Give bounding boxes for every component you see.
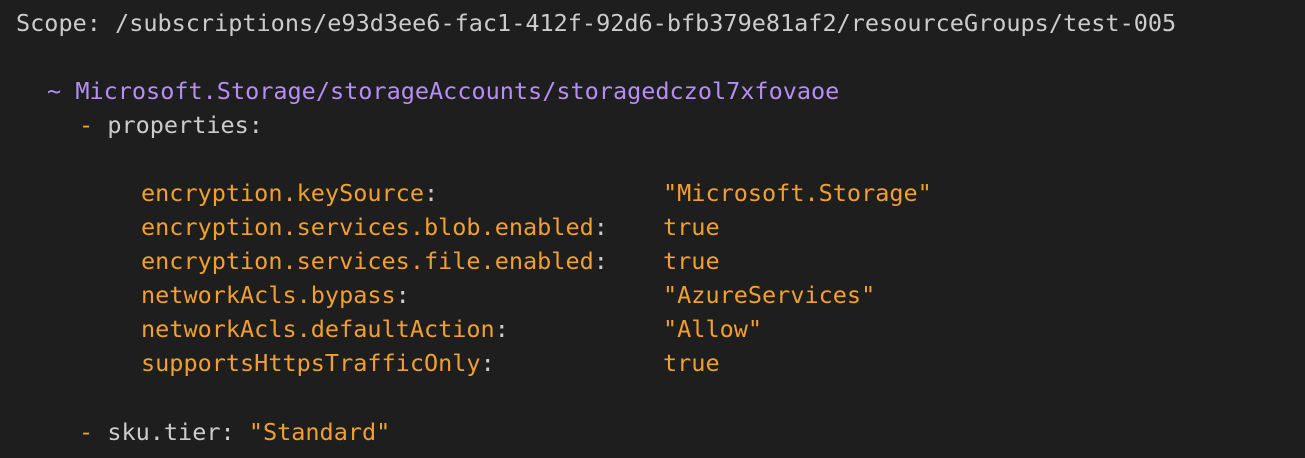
sku-line: - sku.tier: "Standard": [79, 415, 390, 449]
scope-line: Scope: /subscriptions/e93d3ee6-fac1-412f…: [16, 6, 1176, 40]
sku-value: "Standard": [248, 418, 391, 446]
property-row: networkAcls.bypass: "AzureServices": [141, 281, 876, 309]
property-key: networkAcls.bypass: [141, 281, 396, 309]
properties-header: - properties:: [79, 108, 263, 142]
sku-key: sku.tier:: [107, 418, 235, 446]
property-row: encryption.services.blob.enabled: true: [141, 213, 720, 241]
property-value: true: [663, 349, 720, 377]
property-key: encryption.services.blob.enabled: [141, 213, 594, 241]
property-value: true: [663, 247, 720, 275]
terminal-output: Scope: /subscriptions/e93d3ee6-fac1-412f…: [0, 0, 1305, 458]
delete-symbol: -: [79, 418, 94, 446]
property-key: encryption.keySource: [141, 179, 424, 207]
property-row: supportsHttpsTrafficOnly: true: [141, 349, 720, 377]
resource-name: Microsoft.Storage/storageAccounts/storag…: [75, 77, 840, 105]
resource-line: ~ Microsoft.Storage/storageAccounts/stor…: [47, 74, 839, 108]
scope-path: /subscriptions/e93d3ee6-fac1-412f-92d6-b…: [115, 9, 1177, 37]
properties-label: properties:: [107, 111, 263, 139]
scope-label: Scope:: [16, 9, 101, 37]
property-value: "AzureServices": [663, 281, 876, 309]
property-row: networkAcls.defaultAction: "Allow": [141, 315, 763, 343]
property-key: supportsHttpsTrafficOnly: [141, 349, 481, 377]
property-row: encryption.keySource: "Microsoft.Storage": [141, 179, 932, 207]
property-key: encryption.services.file.enabled: [141, 247, 594, 275]
property-value: true: [663, 213, 720, 241]
property-key: networkAcls.defaultAction: [141, 315, 495, 343]
property-row: encryption.services.file.enabled: true: [141, 247, 720, 275]
modify-symbol: ~: [47, 77, 62, 105]
delete-symbol: -: [79, 111, 94, 139]
property-value: "Microsoft.Storage": [663, 179, 932, 207]
property-value: "Allow": [663, 315, 763, 343]
